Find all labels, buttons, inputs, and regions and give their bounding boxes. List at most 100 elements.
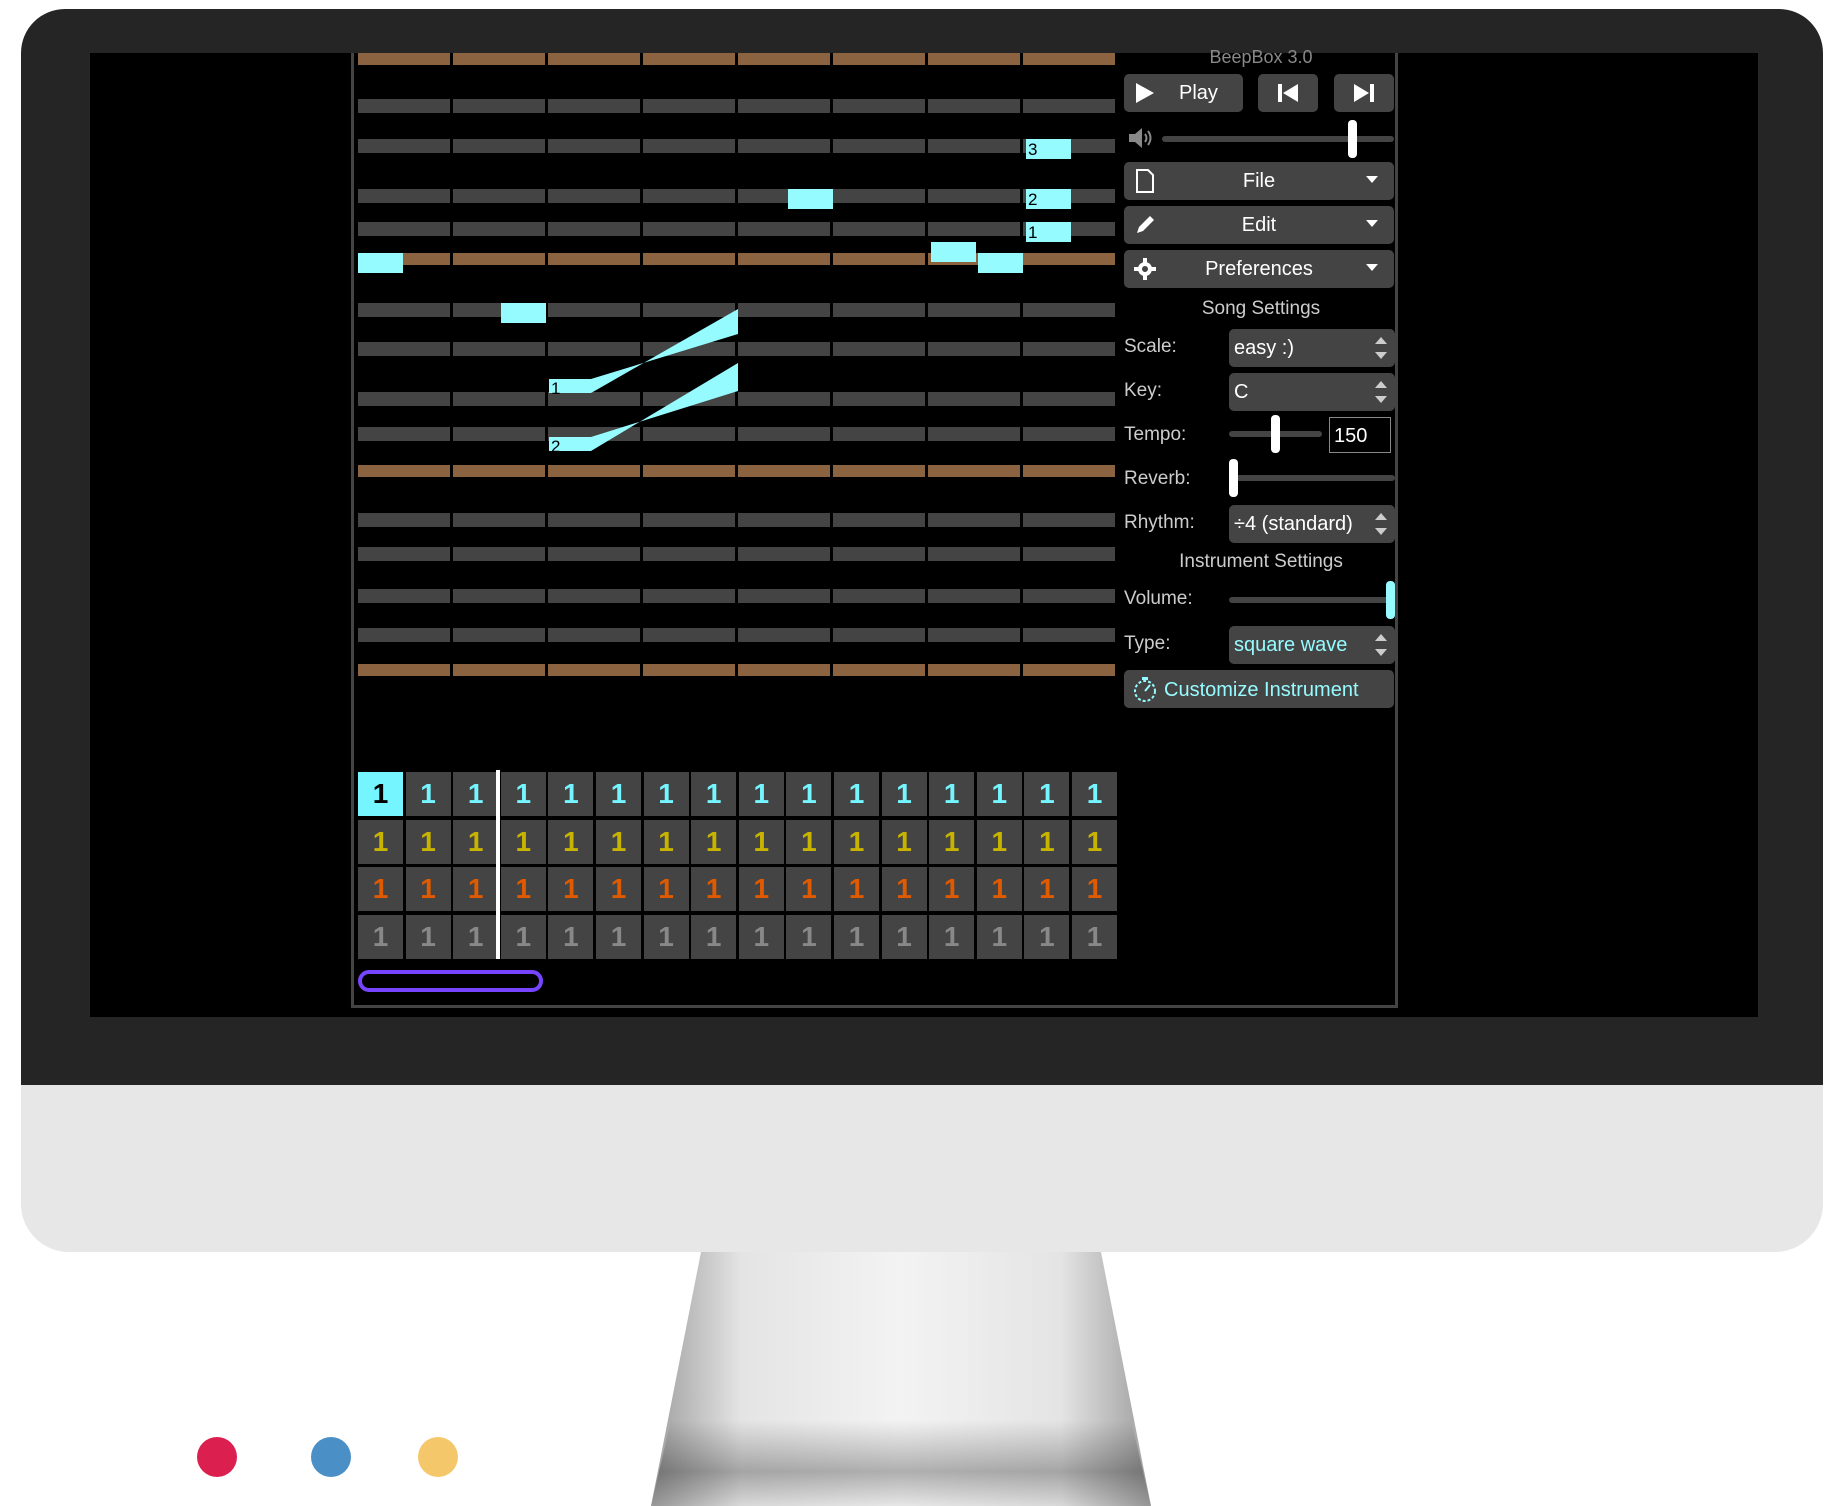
customize-instrument-button[interactable]: Customize Instrument <box>1124 670 1394 708</box>
preferences-menu[interactable]: Preferences <box>1124 250 1394 288</box>
pattern-cell[interactable]: 1 <box>1024 867 1070 911</box>
pattern-cell[interactable]: 1 <box>976 819 1022 864</box>
spinner-arrows-icon <box>1375 632 1387 658</box>
pattern-cell[interactable]: 1 <box>500 914 546 959</box>
pattern-cell[interactable]: 1 <box>786 772 832 816</box>
note[interactable]: 1 <box>1026 222 1071 242</box>
pattern-cell[interactable]: 1 <box>358 867 403 911</box>
pattern-cell[interactable]: 1 <box>929 914 975 959</box>
pattern-cell[interactable]: 1 <box>596 772 641 816</box>
pattern-cell[interactable]: 1 <box>548 867 594 911</box>
chevron-down-icon <box>1366 220 1378 227</box>
volume-slider-track[interactable] <box>1162 136 1394 142</box>
previous-bar-button[interactable] <box>1258 74 1318 112</box>
decor-dot-yellow <box>418 1437 458 1477</box>
pattern-cell[interactable]: 1 <box>1072 819 1117 864</box>
pattern-cell[interactable]: 1 <box>643 914 689 959</box>
pattern-cell[interactable]: 1 <box>548 772 594 816</box>
playhead[interactable] <box>496 770 500 959</box>
pattern-cell[interactable]: 1 <box>738 819 784 864</box>
pattern-cell[interactable]: 1 <box>643 867 689 911</box>
next-bar-button[interactable] <box>1334 74 1394 112</box>
pattern-cell[interactable]: 1 <box>786 819 832 864</box>
pattern-cell[interactable]: 1 <box>358 914 403 959</box>
pattern-cell[interactable]: 1 <box>691 819 737 864</box>
pattern-cell[interactable]: 1 <box>881 772 927 816</box>
volume-slider-thumb[interactable] <box>1348 120 1358 158</box>
note[interactable] <box>931 242 976 262</box>
pattern-cell[interactable]: 1 <box>881 914 927 959</box>
note[interactable] <box>788 189 833 209</box>
pattern-cell[interactable]: 1 <box>405 772 451 816</box>
pattern-cell[interactable]: 1 <box>453 772 499 816</box>
pattern-cell[interactable]: 1 <box>834 867 879 911</box>
note[interactable]: 2 <box>1026 189 1071 209</box>
pattern-cell[interactable]: 1 <box>405 867 451 911</box>
pattern-cell[interactable]: 1 <box>453 914 499 959</box>
key-select[interactable]: C <box>1229 373 1395 411</box>
play-button[interactable]: Play <box>1124 74 1243 112</box>
pattern-cell[interactable]: 1 <box>834 772 879 816</box>
pattern-cell[interactable]: 1 <box>976 867 1022 911</box>
pattern-cell[interactable]: 1 <box>643 772 689 816</box>
tempo-input[interactable]: 150 <box>1329 417 1391 453</box>
pattern-cell[interactable]: 1 <box>691 772 737 816</box>
pattern-cell[interactable]: 1 <box>405 914 451 959</box>
pattern-cell[interactable]: 1 <box>500 772 546 816</box>
pattern-cell[interactable]: 1 <box>453 867 499 911</box>
pattern-cell[interactable]: 1 <box>1072 867 1117 911</box>
pattern-cell[interactable]: 1 <box>691 867 737 911</box>
pattern-cell[interactable]: 1 <box>786 914 832 959</box>
pattern-cell[interactable]: 1 <box>1024 772 1070 816</box>
pattern-cell[interactable]: 1 <box>500 819 546 864</box>
instrument-volume-slider-track[interactable] <box>1229 597 1391 603</box>
pattern-cell[interactable]: 1 <box>405 819 451 864</box>
reverb-label: Reverb: <box>1124 468 1191 489</box>
pattern-cell[interactable]: 1 <box>691 914 737 959</box>
pattern-cell[interactable]: 1 <box>929 819 975 864</box>
pattern-cell[interactable]: 1 <box>738 914 784 959</box>
pattern-cell[interactable]: 1 <box>834 819 879 864</box>
pattern-cell[interactable]: 1 <box>1024 819 1070 864</box>
edit-menu[interactable]: Edit <box>1124 206 1394 244</box>
note[interactable]: 3 <box>1026 139 1071 159</box>
instrument-settings-heading: Instrument Settings <box>1179 551 1343 572</box>
file-menu[interactable]: File <box>1124 162 1394 200</box>
tempo-slider-thumb[interactable] <box>1271 415 1280 453</box>
scale-select[interactable]: easy :) <box>1229 329 1395 367</box>
pattern-cell[interactable]: 1 <box>500 867 546 911</box>
pattern-cell[interactable]: 1 <box>929 867 975 911</box>
pattern-cell[interactable]: 1 <box>548 819 594 864</box>
pattern-cell[interactable]: 1 <box>596 914 641 959</box>
pattern-cell[interactable]: 1 <box>738 867 784 911</box>
rhythm-select[interactable]: ÷4 (standard) <box>1229 505 1395 543</box>
pattern-cell[interactable]: 1 <box>358 772 403 816</box>
pattern-cell[interactable]: 1 <box>786 867 832 911</box>
pattern-cell[interactable]: 1 <box>596 819 641 864</box>
reverb-slider-track[interactable] <box>1229 475 1395 481</box>
pattern-cell[interactable]: 1 <box>453 819 499 864</box>
pattern-cell[interactable]: 1 <box>548 914 594 959</box>
pattern-cell[interactable]: 1 <box>834 914 879 959</box>
pattern-cell[interactable]: 1 <box>596 867 641 911</box>
note[interactable] <box>501 303 546 323</box>
instrument-type-select[interactable]: square wave <box>1229 626 1395 664</box>
pattern-cell[interactable]: 1 <box>976 914 1022 959</box>
pattern-cell[interactable]: 1 <box>1024 914 1070 959</box>
note[interactable] <box>358 253 403 273</box>
pattern-cell[interactable]: 1 <box>1072 914 1117 959</box>
pattern-cell[interactable]: 1 <box>881 819 927 864</box>
pattern-cell[interactable]: 1 <box>976 772 1022 816</box>
pattern-cell[interactable]: 1 <box>738 772 784 816</box>
reverb-slider-thumb[interactable] <box>1229 459 1238 497</box>
pattern-cell[interactable]: 1 <box>881 867 927 911</box>
note[interactable] <box>978 253 1023 273</box>
pattern-cell[interactable]: 1 <box>929 772 975 816</box>
play-label: Play <box>1179 82 1218 104</box>
loop-bar[interactable] <box>358 970 543 992</box>
pattern-cell[interactable]: 1 <box>643 819 689 864</box>
pattern-cell[interactable]: 1 <box>1072 772 1117 816</box>
pattern-cell[interactable]: 1 <box>358 819 403 864</box>
instrument-volume-slider-thumb[interactable] <box>1386 581 1395 619</box>
piano-roll[interactable]: 3 2 1 1 2 <box>358 53 1117 761</box>
